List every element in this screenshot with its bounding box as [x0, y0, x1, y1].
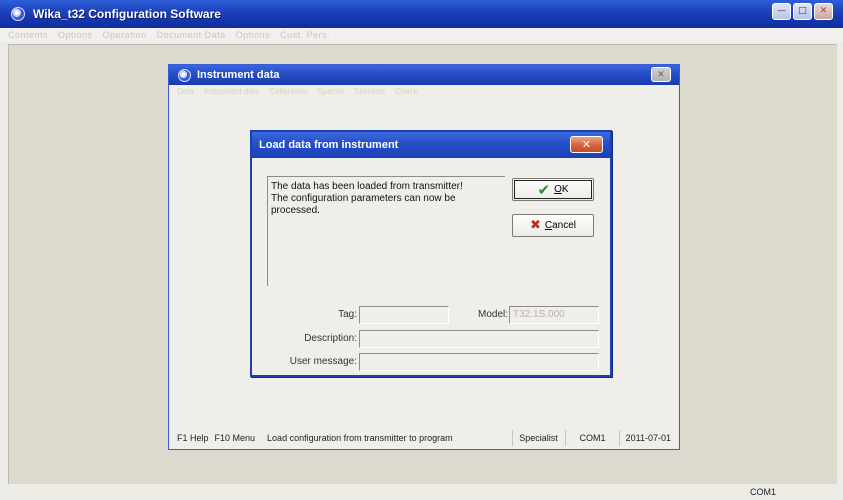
main-status-port: COM1 [750, 487, 777, 497]
main-status-bar: COM1 [0, 486, 843, 500]
load-data-dialog: Load data from instrument ✕ The data has… [250, 130, 612, 377]
x-icon: ✖ [529, 218, 541, 233]
message-line: The configuration parameters can now be [271, 193, 456, 204]
child-menu-calibration[interactable]: Calibration [270, 87, 308, 96]
maximize-button[interactable]: □ [793, 3, 812, 20]
message-box: The data has been loaded from transmitte… [267, 176, 505, 286]
status-help: F1 Help [177, 433, 209, 443]
app-icon [11, 7, 25, 21]
ok-button-label: OK [554, 184, 569, 195]
instrument-window-close-button[interactable]: ✕ [651, 67, 671, 82]
ok-button[interactable]: ✔ OK [512, 178, 594, 201]
menu-item-operation[interactable]: Operation [103, 30, 147, 40]
minimize-button[interactable]: — [772, 3, 791, 20]
child-menu-simulate[interactable]: Simulate [354, 87, 385, 96]
menu-item-options[interactable]: Options [58, 30, 93, 40]
user-message-field[interactable] [359, 353, 599, 371]
status-message: Load configuration from transmitter to p… [267, 433, 453, 443]
status-menu: F10 Menu [214, 433, 256, 443]
model-field[interactable]: T32.1S.000 [509, 306, 599, 324]
main-title-bar: Wika_t32 Configuration Software — □ ✕ [0, 0, 843, 28]
main-menu-bar: Contents Options Operation Document Data… [0, 28, 843, 42]
child-menu-instrument-data[interactable]: Instrument data [204, 87, 260, 96]
cancel-button[interactable]: ✖ Cancel [512, 214, 594, 237]
menu-item-cust-pers[interactable]: Cust. Pers. [280, 30, 330, 40]
status-user-level: Specialist [512, 430, 565, 446]
message-line: processed. [271, 205, 320, 216]
child-menu-special[interactable]: Special [318, 87, 344, 96]
description-field[interactable] [359, 330, 599, 348]
menu-item-options-2[interactable]: Options [236, 30, 271, 40]
close-button[interactable]: ✕ [814, 3, 833, 20]
dialog-title: Load data from instrument [259, 139, 399, 151]
status-date: 2011-07-01 [618, 430, 677, 446]
description-label: Description: [304, 333, 357, 344]
app-title: Wika_t32 Configuration Software [33, 7, 221, 21]
instrument-data-title-bar: Instrument data ✕ [169, 65, 679, 85]
dialog-title-bar: Load data from instrument ✕ [252, 132, 610, 158]
window-controls: — □ ✕ [772, 3, 833, 20]
tag-field[interactable] [359, 306, 449, 324]
dialog-close-button[interactable]: ✕ [570, 136, 603, 153]
instrument-window-title: Instrument data [197, 69, 280, 81]
menu-item-contents[interactable]: Contents [8, 30, 48, 40]
status-port: COM1 [565, 430, 618, 446]
instrument-window-status-bar: F1 Help F10 Menu Load configuration from… [171, 430, 677, 446]
instrument-window-menu-bar: Data Instrument data Calibration Special… [169, 85, 679, 97]
cancel-button-label: Cancel [544, 220, 577, 231]
instrument-window-icon [178, 68, 191, 82]
model-label: Model: [477, 309, 508, 320]
check-icon: ✔ [537, 180, 551, 199]
tag-label: Tag: [338, 309, 357, 320]
child-menu-check[interactable]: Check [395, 87, 418, 96]
user-message-label: User message: [289, 356, 357, 367]
child-menu-data[interactable]: Data [177, 87, 194, 96]
message-line: The data has been loaded from transmitte… [271, 181, 463, 192]
menu-item-document-data[interactable]: Document Data [157, 30, 226, 40]
